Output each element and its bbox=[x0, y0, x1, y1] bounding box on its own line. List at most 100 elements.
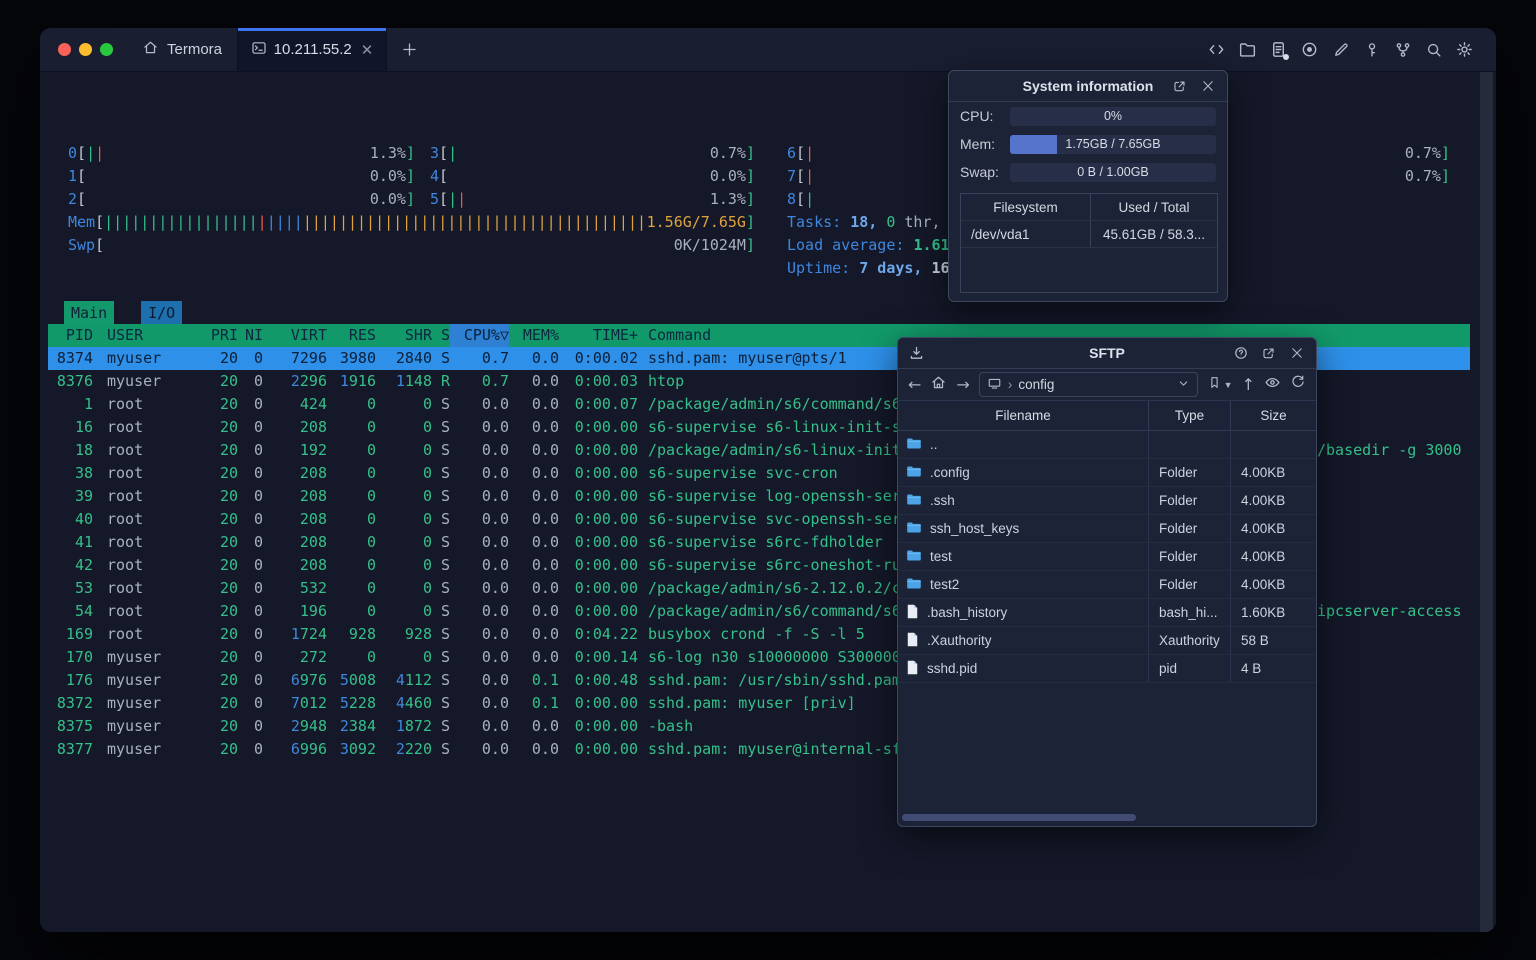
file-row-ssh[interactable]: .ssh Folder 4.00KB bbox=[898, 487, 1316, 515]
bookmark-control[interactable]: ▼ bbox=[1207, 375, 1233, 395]
column-header-ni[interactable]: NI bbox=[238, 324, 263, 347]
column-header-shr[interactable]: SHR bbox=[376, 324, 432, 347]
column-header-pid[interactable]: PID bbox=[48, 324, 93, 347]
file-name: .bash_history bbox=[927, 605, 1008, 620]
fs-column-filesystem[interactable]: Filesystem bbox=[961, 194, 1091, 220]
file-row-test2[interactable]: test2 Folder 4.00KB bbox=[898, 571, 1316, 599]
column-header-time+[interactable]: TIME+ bbox=[559, 324, 638, 347]
htop-view-tabs: Main I/O bbox=[64, 301, 183, 324]
pencil-icon[interactable] bbox=[1331, 40, 1350, 59]
folder-icon bbox=[906, 548, 922, 565]
file-type: Folder bbox=[1149, 571, 1231, 598]
file-type: bash_hi... bbox=[1149, 599, 1231, 626]
maximize-window-button[interactable] bbox=[100, 43, 113, 56]
file-icon bbox=[906, 604, 919, 622]
column-filename[interactable]: Filename bbox=[898, 401, 1149, 430]
htop-tab-main[interactable]: Main bbox=[64, 301, 115, 324]
path-breadcrumb[interactable]: › config bbox=[978, 372, 1198, 397]
up-directory-icon[interactable]: ↑ bbox=[1242, 376, 1255, 393]
sysinfo-row-mem: Mem: 1.75GB / 7.65GB bbox=[949, 130, 1227, 158]
minimize-window-button[interactable] bbox=[79, 43, 92, 56]
close-icon[interactable] bbox=[1199, 78, 1216, 95]
tab-close-icon[interactable]: ✕ bbox=[361, 41, 374, 59]
notes-icon[interactable] bbox=[1269, 40, 1289, 60]
breadcrumb-segment[interactable]: config bbox=[1018, 377, 1054, 392]
cpu-meter-3: 3[| 0.7%] bbox=[430, 144, 755, 162]
file-row-test[interactable]: test Folder 4.00KB bbox=[898, 543, 1316, 571]
bookmark-dropdown-arrow[interactable]: ▼ bbox=[1224, 380, 1233, 390]
column-type[interactable]: Type bbox=[1149, 401, 1231, 430]
screen: Termora 10.211.55.2 ✕ 0 [|| 1.3%] 1 [… bbox=[0, 0, 1536, 960]
close-window-button[interactable] bbox=[58, 43, 71, 56]
refresh-icon[interactable] bbox=[1290, 374, 1306, 395]
key-icon[interactable] bbox=[1362, 40, 1381, 59]
back-arrow-icon[interactable]: ← bbox=[908, 376, 921, 393]
column-header-s[interactable]: S bbox=[432, 324, 450, 347]
chevron-down-icon[interactable] bbox=[1177, 377, 1190, 393]
new-tab-button[interactable] bbox=[387, 28, 431, 71]
file-type: Folder bbox=[1149, 543, 1231, 570]
sftp-toolbar: ← → › config ▼ ↑ bbox=[898, 369, 1316, 401]
file-type: Folder bbox=[1149, 487, 1231, 514]
file-row-sshdpid[interactable]: sshd.pid pid 4 B bbox=[898, 655, 1316, 683]
app-window: Termora 10.211.55.2 ✕ 0 [|| 1.3%] 1 [… bbox=[40, 28, 1496, 932]
sysinfo-bar: 0% bbox=[1010, 106, 1216, 126]
file-name: ssh_host_keys bbox=[930, 521, 1020, 536]
file-name: test bbox=[930, 549, 952, 564]
gear-icon[interactable] bbox=[1455, 40, 1474, 59]
command-tail-54: ipcserver-access bbox=[1317, 602, 1462, 620]
branch-icon[interactable] bbox=[1393, 40, 1412, 59]
open-in-window-icon[interactable] bbox=[1260, 345, 1277, 362]
swp-meter: Swp[0K/1024M] bbox=[68, 236, 755, 254]
column-header-user[interactable]: USER bbox=[93, 324, 193, 347]
column-header-pri[interactable]: PRI bbox=[193, 324, 238, 347]
file-name: .Xauthority bbox=[927, 633, 992, 648]
tab-ssh-session[interactable]: 10.211.55.2 ✕ bbox=[237, 28, 387, 71]
terminal-scrollbar[interactable] bbox=[1480, 72, 1493, 932]
record-icon[interactable] bbox=[1300, 40, 1319, 59]
file-size: 4.00KB bbox=[1241, 521, 1286, 536]
sysinfo-bar: 0 B / 1.00GB bbox=[1010, 162, 1216, 182]
folder-icon bbox=[906, 436, 922, 453]
htop-tab-io[interactable]: I/O bbox=[141, 301, 183, 324]
column-header-virt[interactable]: VIRT bbox=[263, 324, 327, 347]
download-icon[interactable] bbox=[898, 345, 925, 362]
titlebar-toolbar bbox=[1207, 28, 1496, 71]
file-name: test2 bbox=[930, 577, 960, 592]
file-row-config[interactable]: .config Folder 4.00KB bbox=[898, 459, 1316, 487]
file-list: .. .config Folder 4.00KB .ssh Folder 4.00KB ssh… bbox=[898, 431, 1316, 683]
titlebar: Termora 10.211.55.2 ✕ bbox=[40, 28, 1496, 72]
folder-icon[interactable] bbox=[1238, 40, 1257, 59]
file-row-[interactable]: .. bbox=[898, 431, 1316, 459]
sysinfo-meters: CPU: 0% Mem: 1.75GB / 7.65GB Swap: 0 B / 1.00… bbox=[949, 102, 1227, 186]
column-header-cpu%[interactable]: CPU%▽ bbox=[450, 324, 509, 347]
close-icon[interactable] bbox=[1288, 345, 1305, 362]
column-header-res[interactable]: RES bbox=[327, 324, 376, 347]
home-icon[interactable] bbox=[930, 374, 947, 396]
active-tab-label: 10.211.55.2 bbox=[273, 41, 352, 58]
file-type: Folder bbox=[1149, 459, 1231, 486]
open-in-window-icon[interactable] bbox=[1171, 78, 1188, 95]
terminal-icon bbox=[251, 40, 267, 60]
sysinfo-title: System information bbox=[1022, 78, 1154, 94]
column-header-mem%[interactable]: MEM% bbox=[509, 324, 559, 347]
file-size: 4.00KB bbox=[1241, 549, 1286, 564]
file-row-Xauthority[interactable]: .Xauthority Xauthority 58 B bbox=[898, 627, 1316, 655]
folder-icon bbox=[906, 464, 922, 481]
horizontal-scrollbar-thumb[interactable] bbox=[902, 814, 1136, 821]
tab-termora-home[interactable]: Termora bbox=[127, 28, 237, 71]
cpu-meter-0: 0[|| 1.3%] bbox=[68, 144, 415, 162]
folder-icon bbox=[906, 576, 922, 593]
code-icon[interactable] bbox=[1207, 40, 1226, 59]
forward-arrow-icon[interactable]: → bbox=[956, 376, 969, 393]
search-icon[interactable] bbox=[1424, 40, 1443, 59]
file-name: sshd.pid bbox=[927, 661, 978, 676]
file-type: pid bbox=[1149, 655, 1231, 682]
fs-column-used[interactable]: Used / Total bbox=[1091, 194, 1217, 220]
file-row-bashhistory[interactable]: .bash_history bash_hi... 1.60KB bbox=[898, 599, 1316, 627]
file-row-sshhostkeys[interactable]: ssh_host_keys Folder 4.00KB bbox=[898, 515, 1316, 543]
show-hidden-eye-icon[interactable] bbox=[1264, 374, 1281, 396]
bookmark-icon[interactable] bbox=[1207, 375, 1222, 395]
column-size[interactable]: Size bbox=[1231, 401, 1316, 430]
help-icon[interactable] bbox=[1232, 345, 1249, 362]
